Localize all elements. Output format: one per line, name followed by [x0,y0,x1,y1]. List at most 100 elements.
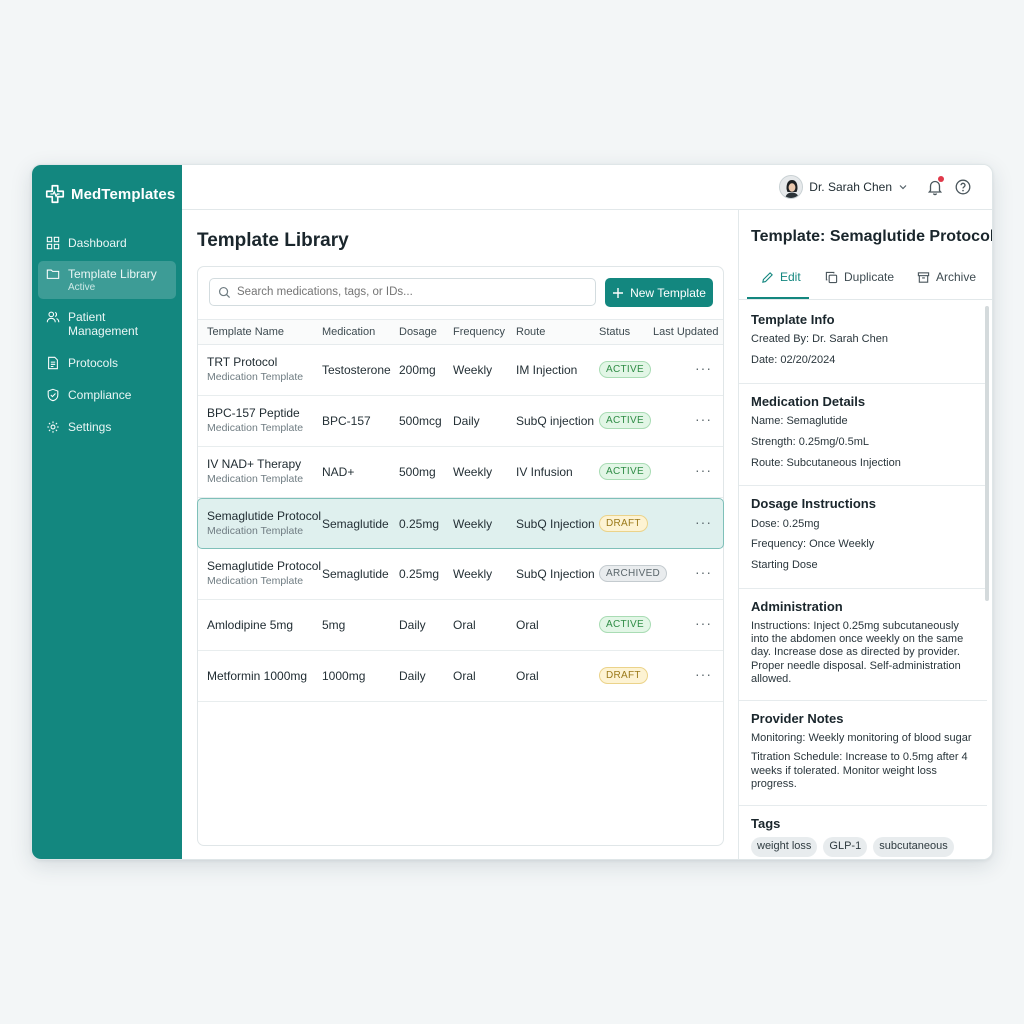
section-heading: Tags [751,815,781,831]
dashboard-icon [46,236,60,250]
sidebar: MedTemplates Dashboard Template Library … [32,165,182,859]
user-menu[interactable]: Dr. Sarah Chen [779,175,908,199]
tab-duplicate[interactable]: Duplicate [825,270,894,284]
more-actions-icon[interactable]: ··· [695,564,712,580]
dose: Dose: 0.25mg [751,517,820,530]
sidebar-item-label: Dashboard [68,236,127,250]
medication-cell: Semaglutide [322,517,389,531]
more-actions-icon[interactable]: ··· [695,411,712,427]
pencil-icon [762,271,773,283]
user-photo-icon [780,176,803,198]
route-cell: Oral [516,669,539,683]
column-header-dosage[interactable]: Dosage [399,326,437,338]
section-template-info: Template Info Created By: Dr. Sarah Chen… [739,302,987,384]
sidebar-item-settings[interactable]: Settings [38,413,176,441]
status-badge: DRAFT [599,515,648,532]
titration-note: Titration Schedule: Increase to 0.5mg af… [751,751,968,790]
route-cell: SubQ injection [516,414,595,428]
sidebar-item-dashboard[interactable]: Dashboard [38,229,176,257]
tab-edit[interactable]: Edit [761,270,801,284]
medication-cell: 1000mg [322,669,366,683]
dosage-cell: 0.25mg [399,517,440,531]
table-row[interactable]: Metformin 1000mg 1000mg Daily Oral Oral … [198,651,723,702]
sidebar-item-compliance[interactable]: Compliance [38,381,176,409]
created-date: Date: 02/20/2024 [751,354,836,366]
table-header: Template Name Medication Dosage Frequenc… [198,319,723,345]
sidebar-item-patient-management[interactable]: Patient Management [38,303,176,345]
sidebar-item-protocols[interactable]: Protocols [38,349,176,377]
table-row-selected[interactable]: Semaglutide Protocol Medication Template… [197,498,724,549]
column-header-last-updated[interactable]: Last Updated [653,326,718,338]
page-title: Template Library [197,230,349,251]
section-heading: Administration [751,598,843,614]
tab-archive[interactable]: Archive [917,270,976,284]
sidebar-item-label: Patient Management [68,310,139,338]
column-header-template-name[interactable]: Template Name [207,326,284,338]
section-heading: Medication Details [751,393,866,409]
table-row[interactable]: BPC-157 Peptide Medication Template BPC-… [198,396,723,447]
tag-chip[interactable]: subcutaneous [873,837,954,857]
table-body: TRT Protocol Medication Template Testost… [197,345,724,702]
table-row[interactable]: IV NAD+ Therapy Medication Template NAD+… [198,447,723,498]
template-name: Amlodipine 5mg [207,618,294,632]
notification-dot [938,176,944,182]
active-tab-indicator [747,297,809,299]
more-actions-icon[interactable]: ··· [695,666,712,682]
tag-chip[interactable]: weight loss [751,837,818,857]
plus-icon [613,287,624,298]
table-row[interactable]: TRT Protocol Medication Template Testost… [198,345,723,396]
status-badge: ACTIVE [599,616,651,633]
table-row[interactable]: Amlodipine 5mg 5mg Daily Oral Oral ACTIV… [198,600,723,651]
template-name: Semaglutide Protocol [207,509,322,523]
sidebar-item-label: Protocols [68,356,119,370]
search-field[interactable] [209,278,596,306]
template-name: Metformin 1000mg [207,669,308,683]
route-cell: SubQ Injection [516,567,595,581]
template-name: TRT Protocol [207,355,278,369]
section-administration: Administration Instructions: Inject 0.25… [739,589,987,701]
more-actions-icon[interactable]: ··· [695,615,712,631]
section-medication-details: Medication Details Name: Semaglutide Str… [739,384,987,487]
column-header-frequency[interactable]: Frequency [453,326,505,338]
dosage-cell: 500mg [399,465,436,479]
new-template-button[interactable]: New Template [605,278,713,307]
template-name-cell: Semaglutide Protocol Medication Template [207,559,321,587]
document-icon [48,356,58,370]
help-icon[interactable] [954,178,972,196]
main-content: Template Library New Template Template N… [182,210,738,859]
logo[interactable]: MedTemplates [44,183,175,205]
column-header-status[interactable]: Status [599,326,630,338]
more-actions-icon[interactable]: ··· [695,462,712,478]
users-icon [46,311,60,323]
dosage-cell: Daily [399,618,426,632]
medication-cell: BPC-157 [322,414,371,428]
sidebar-item-template-library[interactable]: Template Library Active [38,261,176,299]
created-by: Created By: Dr. Sarah Chen [751,333,888,346]
panel-scrollbar[interactable] [985,306,989,601]
medication-strength: Strength: 0.25mg/0.5mL [751,435,870,448]
dosage-cell: 0.25mg [399,567,440,581]
panel-title: Template: Semaglutide Protocol [751,228,993,245]
more-actions-icon[interactable]: ··· [695,514,712,530]
medication-name: Name: Semaglutide [751,415,848,427]
more-actions-icon[interactable]: ··· [695,360,712,376]
column-header-medication[interactable]: Medication [322,326,375,338]
status-badge: DRAFT [599,667,648,684]
route-cell: Oral [516,618,539,632]
template-table-card: New Template Template Name Medication Do… [197,266,724,846]
tag-chip[interactable]: GLP-1 [823,837,868,857]
template-detail-panel: Template: Semaglutide Protocol Edit Dupl… [738,210,992,859]
search-input[interactable] [237,286,577,298]
medication-route: Route: Subcutaneous Injection [751,456,901,469]
table-row[interactable]: Semaglutide Protocol Medication Template… [198,549,723,600]
panel-tabs: Edit Duplicate Archive [739,264,992,300]
column-header-route[interactable]: Route [516,326,545,338]
starting-dose: Starting Dose [751,559,818,571]
user-name: Dr. Sarah Chen [809,180,892,194]
sidebar-item-label: Template Library [68,267,157,281]
template-type: Medication Template [207,473,304,485]
avatar [779,175,804,199]
medical-cross-logo-icon [45,184,65,204]
search-icon [218,286,231,298]
template-name-cell: Metformin 1000mg [207,669,307,683]
